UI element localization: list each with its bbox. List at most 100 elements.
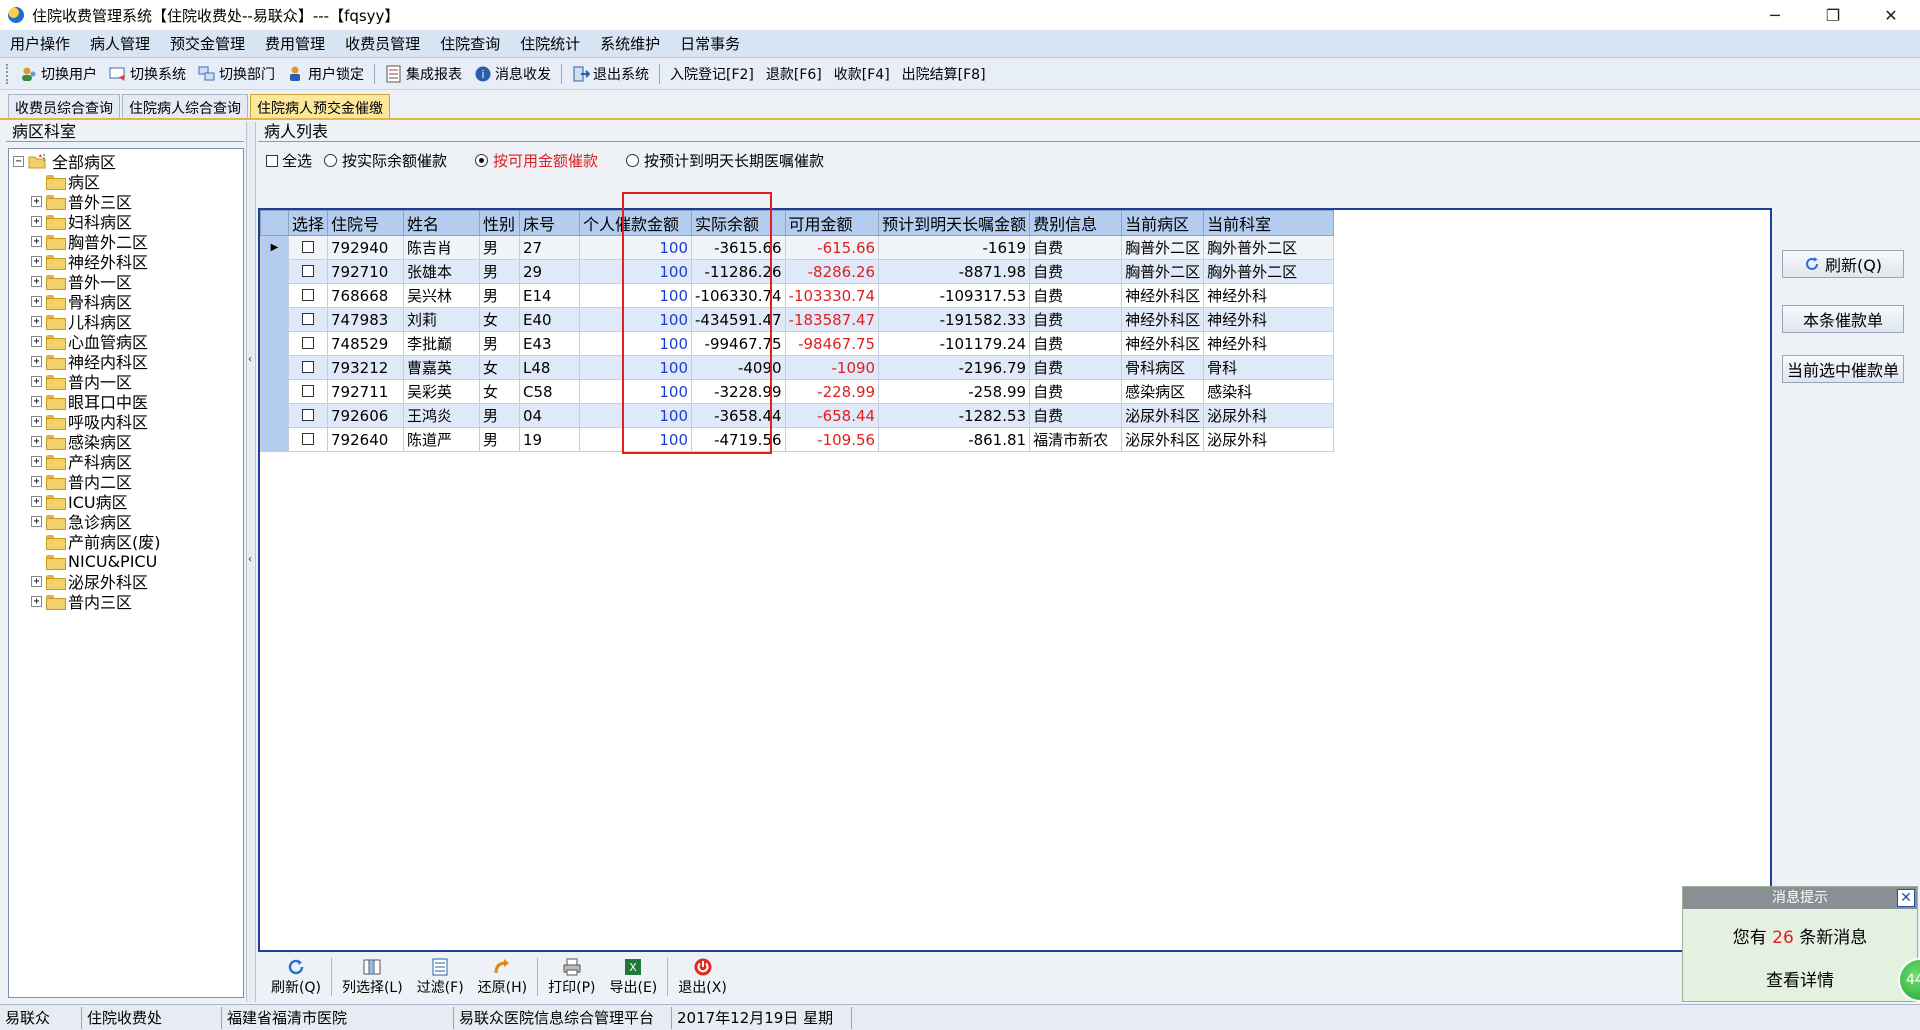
expand-icon[interactable]: + xyxy=(31,415,42,427)
tab-inpatient-query[interactable]: 住院病人综合查询 xyxy=(122,94,248,118)
menu-user-ops[interactable]: 用户操作 xyxy=(0,33,80,54)
table-row[interactable]: 793212 曹嘉英女 L48 100 -4090 -1090 -2196.79 自费 骨科病区… xyxy=(260,355,1335,380)
collapse-arrow-icon[interactable]: ‹ xyxy=(248,354,252,365)
grid-column-header[interactable]: 预计到明天长嘱金额 xyxy=(878,210,1031,236)
row-header[interactable] xyxy=(260,427,289,452)
row-select-cell[interactable] xyxy=(287,259,329,284)
row-checkbox[interactable] xyxy=(302,360,314,373)
selected-reminder-button[interactable]: 当前选中催款单 xyxy=(1782,355,1904,383)
tree-ward-item[interactable]: + ICU病区 xyxy=(31,491,128,512)
collapse-arrow-icon[interactable]: ‹ xyxy=(248,554,252,565)
row-select-cell[interactable] xyxy=(287,307,329,332)
print-button[interactable]: 打印(P) xyxy=(541,957,602,997)
expand-icon[interactable]: + xyxy=(31,215,42,227)
tree-ward-item[interactable]: NICU&PICU xyxy=(31,551,157,571)
row-header[interactable] xyxy=(260,379,289,404)
grid-column-header[interactable]: 可用金额 xyxy=(784,210,880,236)
grid-column-header[interactable]: 实际余额 xyxy=(691,210,786,236)
restore-button[interactable]: 还原(H) xyxy=(471,957,534,997)
option-available-amount[interactable]: 按可用金额催款 xyxy=(475,150,598,171)
tree-root[interactable]: − 全部病区 xyxy=(13,151,116,172)
expand-icon[interactable]: + xyxy=(31,515,42,527)
switch-dept-button[interactable]: 切换部门 xyxy=(192,61,281,87)
menu-query[interactable]: 住院查询 xyxy=(430,33,510,54)
tree-ward-item[interactable]: + 感染病区 xyxy=(31,431,132,452)
row-header[interactable] xyxy=(260,331,289,356)
expand-icon[interactable]: + xyxy=(31,435,42,447)
tree-ward-item[interactable]: + 心血管病区 xyxy=(31,331,148,352)
table-row[interactable]: 768668 吴兴林男 E14 100 -106330.74 -103330.74 -109… xyxy=(260,283,1335,308)
tree-ward-item[interactable]: + 妇科病区 xyxy=(31,211,132,232)
menu-system[interactable]: 系统维护 xyxy=(590,33,670,54)
row-select-cell[interactable] xyxy=(287,403,329,428)
menu-fee[interactable]: 费用管理 xyxy=(255,33,335,54)
current-row-indicator-icon[interactable]: ▶ xyxy=(260,235,289,260)
collapse-icon[interactable]: − xyxy=(13,155,24,167)
tab-deposit-reminder[interactable]: 住院病人预交金催缴 xyxy=(250,94,390,118)
tree-ward-item[interactable]: + 呼吸内科区 xyxy=(31,411,148,432)
exit-button[interactable]: 退出(X) xyxy=(671,957,734,997)
expand-icon[interactable]: + xyxy=(31,475,42,487)
single-reminder-button[interactable]: 本条催款单 xyxy=(1782,305,1904,333)
tree-ward-item[interactable]: + 泌尿外科区 xyxy=(31,571,148,592)
side-refresh-button[interactable]: 刷新(Q) xyxy=(1782,250,1904,278)
select-all-checkbox[interactable]: 全选 xyxy=(266,150,312,171)
grid-column-header[interactable]: 住院号 xyxy=(327,210,405,236)
row-checkbox[interactable] xyxy=(302,264,314,277)
column-select-button[interactable]: 列选择(L) xyxy=(335,957,410,997)
admission-register-button[interactable]: 入院登记[F2] xyxy=(664,61,760,87)
close-icon[interactable]: ✕ xyxy=(1897,889,1915,907)
row-checkbox[interactable] xyxy=(302,384,314,397)
tree-ward-item[interactable]: + 儿科病区 xyxy=(31,311,132,332)
close-window-button[interactable]: ✕ xyxy=(1862,0,1920,30)
tree-ward-item[interactable]: + 普外三区 xyxy=(31,191,132,212)
row-checkbox[interactable] xyxy=(302,432,314,445)
grid-column-header[interactable]: 当前病区 xyxy=(1121,210,1205,236)
refresh-button[interactable]: 刷新(Q) xyxy=(264,957,328,997)
menu-daily[interactable]: 日常事务 xyxy=(670,33,750,54)
switch-user-button[interactable]: 切换用户 xyxy=(14,61,103,87)
tree-ward-item[interactable]: + 普内一区 xyxy=(31,371,132,392)
tree-ward-item[interactable]: + 神经内科区 xyxy=(31,351,148,372)
tree-ward-item[interactable]: + 骨科病区 xyxy=(31,291,132,312)
table-row[interactable]: 748529 李批巅男 E43 100 -99467.75 -98467.75 -10117… xyxy=(260,331,1335,356)
row-header[interactable] xyxy=(260,259,289,284)
expand-icon[interactable]: + xyxy=(31,455,42,467)
row-checkbox[interactable] xyxy=(302,336,314,349)
table-row[interactable]: 792711 吴彩英女 C58 100 -3228.99 -228.99 -258.99 自费… xyxy=(260,379,1335,404)
grid-column-header[interactable]: 个人催款金额 xyxy=(579,210,693,236)
row-select-cell[interactable] xyxy=(287,331,329,356)
menu-cashier[interactable]: 收费员管理 xyxy=(335,33,430,54)
tree-ward-item[interactable]: + 普内二区 xyxy=(31,471,132,492)
tree-ward-item[interactable]: + 普外一区 xyxy=(31,271,132,292)
menu-deposit[interactable]: 预交金管理 xyxy=(160,33,255,54)
row-checkbox[interactable] xyxy=(302,288,314,301)
report-button[interactable]: 集成报表 xyxy=(379,61,468,87)
panel-splitter[interactable]: ‹ ‹ xyxy=(246,122,256,1002)
tree-ward-item[interactable]: + 神经外科区 xyxy=(31,251,148,272)
filter-button[interactable]: 过滤(F) xyxy=(410,957,471,997)
row-checkbox[interactable] xyxy=(302,240,314,253)
expand-icon[interactable]: + xyxy=(31,255,42,267)
expand-icon[interactable]: + xyxy=(31,595,42,607)
table-row[interactable]: 792640 陈道严男 19 100 -4719.56 -109.56 -861.81 福清市… xyxy=(260,427,1335,452)
discharge-settle-button[interactable]: 出院结算[F8] xyxy=(896,61,992,87)
expand-icon[interactable]: + xyxy=(31,235,42,247)
row-select-cell[interactable] xyxy=(287,355,329,380)
expand-icon[interactable]: + xyxy=(31,295,42,307)
expand-icon[interactable]: + xyxy=(31,575,42,587)
grid-column-header[interactable]: 性别 xyxy=(479,210,521,236)
exit-system-button[interactable]: 退出系统 xyxy=(566,61,655,87)
switch-system-button[interactable]: 切换系统 xyxy=(103,61,192,87)
row-header[interactable] xyxy=(260,355,289,380)
message-button[interactable]: i 消息收发 xyxy=(468,61,557,87)
row-select-cell[interactable] xyxy=(287,283,329,308)
expand-icon[interactable]: + xyxy=(31,395,42,407)
table-row[interactable]: 792710 张雄本男 29 100 -11286.26 -8286.26 -8871.98… xyxy=(260,259,1335,284)
row-header[interactable] xyxy=(260,283,289,308)
minimize-button[interactable]: ─ xyxy=(1746,0,1804,30)
menu-stats[interactable]: 住院统计 xyxy=(510,33,590,54)
expand-icon[interactable]: + xyxy=(31,375,42,387)
option-actual-balance[interactable]: 按实际余额催款 xyxy=(324,150,447,171)
row-header[interactable] xyxy=(260,403,289,428)
